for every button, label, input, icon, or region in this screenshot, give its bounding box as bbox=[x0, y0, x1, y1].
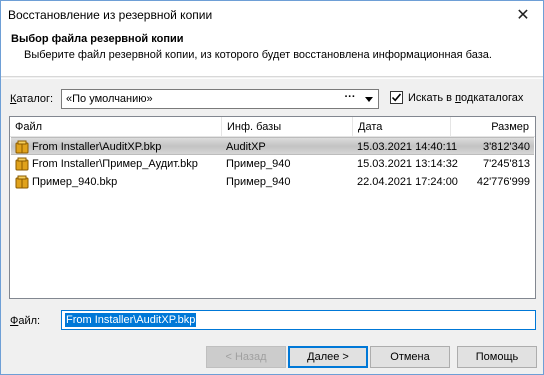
catalog-label: Каталог: bbox=[10, 93, 54, 105]
file-label: Файл: bbox=[10, 315, 41, 327]
browse-button[interactable]: ··· bbox=[342, 90, 358, 108]
backup-file-icon bbox=[15, 140, 29, 154]
cell-size: 3'812'340 bbox=[482, 141, 530, 153]
wizard-step-description: Выберите файл резервной копии, из которо… bbox=[24, 49, 492, 61]
table-row[interactable]: From Installer\AuditXP.bkp AuditXP 15.03… bbox=[11, 137, 534, 155]
cell-size: 7'245'813 bbox=[482, 158, 530, 170]
cell-infobase: Пример_940 bbox=[226, 176, 291, 188]
back-button[interactable]: < Назад bbox=[206, 346, 286, 368]
wizard-header: Выбор файла резервной копии Выберите фай… bbox=[1, 29, 543, 77]
next-button[interactable]: Далее > bbox=[288, 346, 368, 368]
table-row[interactable]: Пример_940.bkp Пример_940 22.04.2021 17:… bbox=[11, 173, 534, 191]
column-header-date[interactable]: Дата bbox=[354, 117, 382, 137]
backup-file-list[interactable]: Файл Инф. базы Дата Размер From Installe… bbox=[9, 116, 536, 299]
help-button[interactable]: Помощь bbox=[457, 346, 537, 368]
column-divider[interactable] bbox=[352, 117, 353, 137]
cell-date: 22.04.2021 17:24:00 bbox=[357, 176, 458, 188]
cancel-button[interactable]: Отмена bbox=[370, 346, 450, 368]
backup-file-icon bbox=[15, 175, 29, 189]
search-subdirs-label: Искать в подкаталогах bbox=[408, 91, 524, 104]
close-icon[interactable]: ✕ bbox=[503, 1, 543, 29]
catalog-combobox[interactable]: «По умолчанию» ··· bbox=[61, 89, 379, 109]
cell-date: 15.03.2021 14:40:11 bbox=[357, 141, 458, 153]
list-header: Файл Инф. базы Дата Размер bbox=[10, 117, 535, 137]
cell-date: 15.03.2021 13:14:32 bbox=[357, 158, 458, 170]
catalog-value: «По умолчанию» bbox=[66, 93, 153, 105]
restore-dialog: Восстановление из резервной копии ✕ Выбо… bbox=[0, 0, 544, 375]
cell-infobase: AuditXP bbox=[226, 141, 266, 153]
column-header-file[interactable]: Файл bbox=[11, 117, 42, 137]
search-subdirs-checkbox[interactable]: Искать в подкаталогах bbox=[390, 91, 523, 104]
cell-file: Пример_940.bkp bbox=[32, 176, 118, 188]
file-path-field[interactable]: From Installer\AuditXP.bkp bbox=[61, 310, 536, 330]
wizard-step-title: Выбор файла резервной копии bbox=[11, 33, 184, 45]
backup-file-icon bbox=[15, 157, 29, 171]
cell-file: From Installer\Пример_Аудит.bkp bbox=[32, 158, 198, 170]
checkbox-checkmark-icon[interactable] bbox=[390, 91, 403, 104]
cell-size: 42'776'999 bbox=[476, 176, 530, 188]
title-bar: Восстановление из резервной копии ✕ bbox=[1, 1, 543, 29]
cell-file: From Installer\AuditXP.bkp bbox=[32, 141, 162, 153]
table-row[interactable]: From Installer\Пример_Аудит.bkp Пример_9… bbox=[11, 155, 534, 173]
chevron-down-icon[interactable] bbox=[362, 90, 376, 108]
column-divider[interactable] bbox=[221, 117, 222, 137]
window-title: Восстановление из резервной копии bbox=[8, 8, 213, 22]
column-header-infobase[interactable]: Инф. базы bbox=[223, 117, 281, 137]
file-path-value[interactable]: From Installer\AuditXP.bkp bbox=[65, 313, 197, 327]
header-divider bbox=[1, 78, 543, 79]
column-header-size[interactable]: Размер bbox=[451, 117, 531, 137]
cell-infobase: Пример_940 bbox=[226, 158, 291, 170]
